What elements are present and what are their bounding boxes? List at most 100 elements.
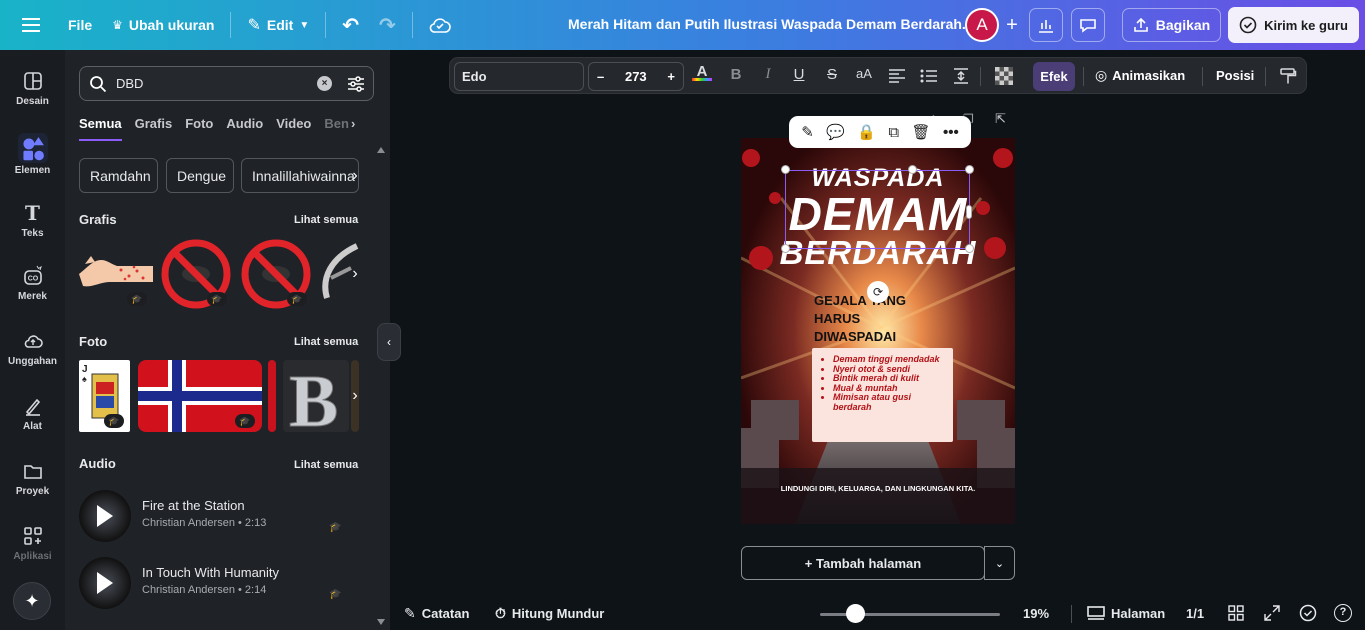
tab-graphics[interactable]: Grafis	[135, 116, 173, 141]
tab-all[interactable]: Semua	[79, 116, 122, 141]
subtitle-line[interactable]: HARUS	[814, 311, 860, 326]
align-left-icon[interactable]	[888, 68, 906, 84]
check-circle-icon[interactable]	[1299, 604, 1317, 622]
panel-scrollbar[interactable]	[376, 147, 386, 627]
magic-edit-icon[interactable]: ✎	[801, 123, 814, 141]
comment-add-icon[interactable]: 💬	[826, 123, 845, 141]
grid-view-icon[interactable]	[1228, 605, 1244, 621]
rail-item-uploads[interactable]: Unggahan	[0, 330, 65, 367]
italic-icon[interactable]: I	[758, 66, 778, 83]
play-icon[interactable]	[97, 572, 113, 594]
graphic-arm-rash[interactable]: 🎓	[79, 238, 153, 310]
undo-button[interactable]: ↶	[332, 8, 369, 42]
tab-more[interactable]: Ben	[324, 116, 349, 141]
photo-red-stripe[interactable]	[268, 360, 276, 432]
graphics-see-all-link[interactable]: Lihat semua	[294, 214, 358, 226]
subtitle-line[interactable]: GEJALA YANG	[814, 293, 906, 308]
resize-handle[interactable]	[781, 244, 790, 253]
scroll-up-icon[interactable]	[377, 147, 385, 153]
more-options-icon[interactable]: •••	[943, 124, 959, 141]
resize-handle[interactable]	[965, 244, 974, 253]
send-to-teacher-button[interactable]: Kirim ke guru	[1228, 7, 1359, 43]
resize-handle[interactable]	[781, 165, 790, 174]
play-icon[interactable]	[97, 505, 113, 527]
strikethrough-icon[interactable]: S	[822, 66, 842, 83]
filter-icon[interactable]	[347, 75, 365, 93]
suggestion-chip[interactable]: Innalillahiwainna	[241, 158, 359, 193]
add-page-icon[interactable]: ⇱	[995, 111, 1006, 127]
file-menu[interactable]: File	[58, 8, 102, 42]
add-page-button[interactable]: + Tambah halaman	[741, 546, 985, 580]
edit-button[interactable]: ✎ Edit ▼	[237, 8, 319, 42]
rail-item-text[interactable]: T Teks	[0, 202, 65, 239]
chips-next-icon[interactable]: ›	[345, 166, 365, 186]
search-input[interactable]: DBD	[116, 76, 143, 91]
animate-button[interactable]: ◎ Animasikan	[1095, 67, 1185, 84]
photo-letter-b[interactable]: B	[283, 360, 349, 432]
resize-handle[interactable]	[965, 165, 974, 174]
timer-button[interactable]: ⏱ Hitung Mundur	[495, 605, 604, 622]
symptoms-box[interactable]: Demam tinggi mendadak Nyeri otot & sendi…	[812, 348, 953, 442]
menu-button[interactable]	[14, 8, 48, 42]
rail-item-elements[interactable]: Elemen	[0, 133, 65, 176]
suggestion-chip[interactable]: Dengue	[166, 158, 234, 193]
photos-next-icon[interactable]: ›	[345, 386, 365, 406]
resize-handle[interactable]	[966, 205, 972, 219]
photo-norway-flag[interactable]: 🎓	[138, 360, 262, 432]
list-icon[interactable]	[920, 68, 938, 84]
rail-item-tools[interactable]: Alat	[0, 395, 65, 432]
subtitle-line[interactable]: DIWASPADAI	[814, 329, 896, 344]
letter-case-icon[interactable]: aA	[854, 66, 874, 81]
paint-roller-icon[interactable]	[1279, 67, 1297, 85]
audio-item[interactable]: Fire at the Station Christian Andersen •…	[79, 490, 359, 542]
duplicate-icon[interactable]: ⧉	[888, 124, 899, 141]
share-button[interactable]: Bagikan	[1122, 8, 1221, 42]
decrease-size-button[interactable]: –	[597, 69, 604, 84]
transparency-icon[interactable]	[995, 67, 1013, 85]
underline-icon[interactable]: U	[789, 66, 809, 83]
graphic-no-mosquito[interactable]: 🎓	[159, 238, 233, 310]
add-collaborator-button[interactable]: +	[997, 8, 1027, 42]
add-page-dropdown[interactable]: ⌄	[984, 546, 1015, 580]
rail-item-brand[interactable]: CO Merek	[0, 265, 65, 302]
graphic-no-mosquito[interactable]: 🎓	[239, 238, 313, 310]
document-title[interactable]: Merah Hitam dan Putih Ilustrasi Waspada …	[568, 16, 974, 32]
redo-button[interactable]: ↷	[369, 8, 406, 42]
bold-icon[interactable]: B	[726, 66, 746, 83]
selection-box[interactable]	[785, 170, 970, 249]
audio-see-all-link[interactable]: Lihat semua	[294, 459, 358, 471]
search-box[interactable]: DBD ×	[79, 66, 374, 101]
suggestion-chip[interactable]: Ramdahn	[79, 158, 158, 193]
position-button[interactable]: Posisi	[1216, 68, 1254, 83]
text-color-icon[interactable]: A	[692, 63, 712, 81]
fullscreen-icon[interactable]	[1264, 605, 1280, 621]
tab-photos[interactable]: Foto	[185, 116, 213, 141]
tab-video[interactable]: Video	[276, 116, 311, 141]
collapse-panel-button[interactable]: ‹	[377, 323, 401, 361]
resize-button[interactable]: ♛ Ubah ukuran	[102, 8, 224, 42]
help-icon[interactable]: ?	[1334, 604, 1352, 622]
rail-item-projects[interactable]: Proyek	[0, 460, 65, 497]
spacing-icon[interactable]	[952, 67, 970, 85]
zoom-value[interactable]: 19%	[1023, 606, 1049, 621]
magic-button[interactable]: ✦	[13, 582, 51, 620]
tab-audio[interactable]: Audio	[226, 116, 263, 141]
rotate-handle[interactable]: ⟳	[867, 281, 889, 303]
increase-size-button[interactable]: +	[667, 69, 675, 84]
lock-icon[interactable]: 🔒	[857, 123, 876, 141]
trash-icon[interactable]: 🗑	[912, 123, 931, 141]
cloud-save-button[interactable]	[419, 8, 461, 42]
photos-see-all-link[interactable]: Lihat semua	[294, 336, 358, 348]
font-size-value[interactable]: 273	[625, 69, 647, 84]
pages-button[interactable]: Halaman	[1087, 605, 1165, 621]
comment-button[interactable]	[1071, 8, 1105, 42]
zoom-slider-thumb[interactable]	[846, 604, 865, 623]
clear-search-button[interactable]: ×	[317, 76, 332, 91]
scroll-down-icon[interactable]	[377, 619, 385, 625]
notes-button[interactable]: ✎ Catatan	[404, 605, 469, 622]
effects-button[interactable]: Efek	[1033, 62, 1075, 91]
avatar[interactable]: A	[965, 8, 999, 42]
resize-handle[interactable]	[908, 165, 917, 174]
audio-item[interactable]: In Touch With Humanity Christian Anderse…	[79, 557, 359, 609]
chevron-right-icon[interactable]: ›	[351, 116, 355, 141]
